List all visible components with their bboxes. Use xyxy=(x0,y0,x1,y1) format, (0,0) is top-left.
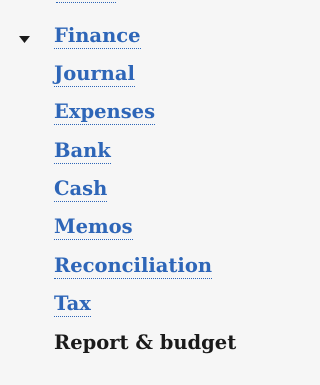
nav-item-expenses[interactable]: Expenses xyxy=(54,100,156,125)
nav-item-memos[interactable]: Memos xyxy=(54,215,133,240)
nav-item-journal[interactable]: Journal xyxy=(54,62,135,87)
nav-item-report-budget: Report & budget xyxy=(54,331,237,354)
nav-item-bank[interactable]: Bank xyxy=(54,139,111,164)
caret-down-icon[interactable] xyxy=(19,33,37,45)
finance-nav-menu: Finance Journal Expenses Bank Cash Memos… xyxy=(0,0,248,385)
nav-section-finance[interactable]: Finance xyxy=(54,24,141,49)
clipped-item-underline xyxy=(56,2,116,3)
nav-item-tax[interactable]: Tax xyxy=(54,292,91,317)
nav-item-cash[interactable]: Cash xyxy=(54,177,108,202)
nav-item-reconciliation[interactable]: Reconciliation xyxy=(54,254,212,279)
clipped-nav-item[interactable] xyxy=(56,0,116,8)
